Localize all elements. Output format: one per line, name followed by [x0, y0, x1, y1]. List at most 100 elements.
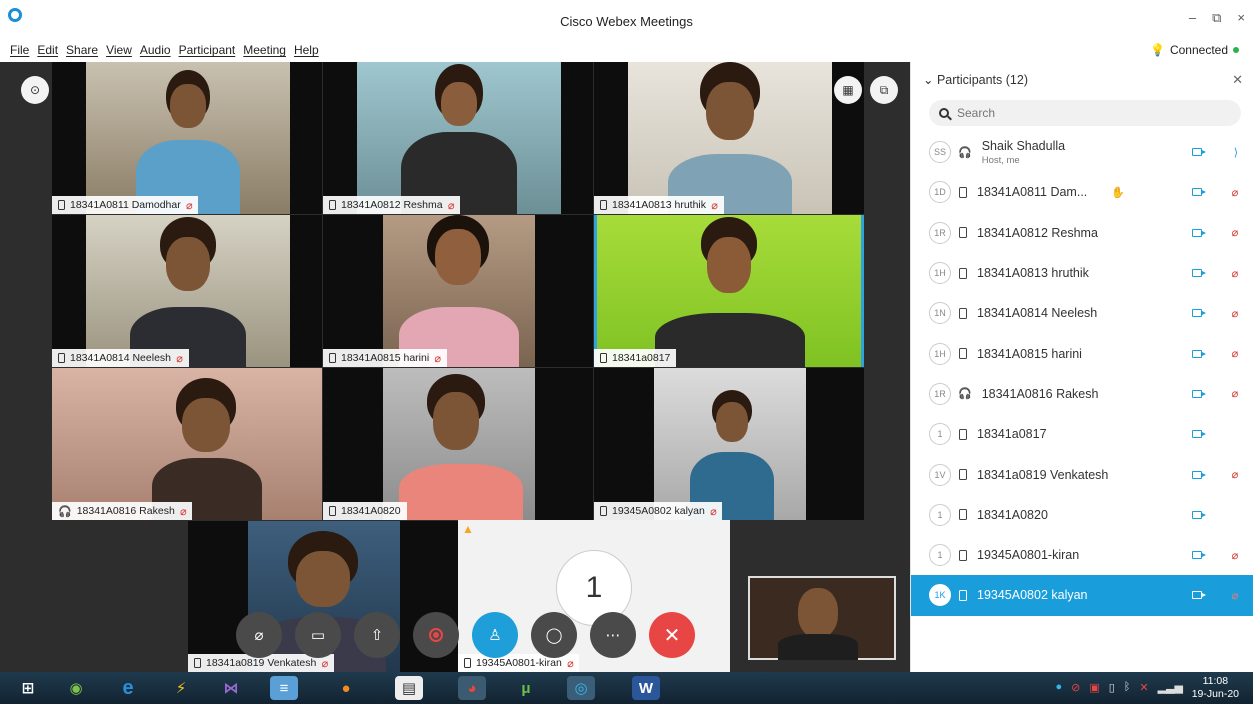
video-camera-icon[interactable]	[1192, 309, 1206, 318]
mic-muted-icon[interactable]: ⌀	[1231, 226, 1238, 239]
phone-icon	[959, 549, 967, 561]
menu-share[interactable]: Share	[66, 43, 98, 57]
taskbar-clock[interactable]: 11:08 19-Jun-20	[1192, 675, 1239, 701]
video-camera-icon[interactable]	[1192, 188, 1206, 197]
signal-tray-icon[interactable]: ▂▃▅	[1158, 681, 1183, 694]
participant-row[interactable]: 1R 18341A0812 Reshma ⌀	[911, 213, 1253, 253]
mic-muted-icon[interactable]: ⌀	[1231, 589, 1238, 602]
share-button[interactable]: ⇧	[354, 612, 400, 658]
utorrent-icon[interactable]: μ	[512, 676, 540, 700]
mic-muted-icon[interactable]: ⌀	[1231, 307, 1238, 320]
participants-header[interactable]: ⌄ Participants (12)	[923, 72, 1028, 87]
video-camera-icon[interactable]	[1192, 389, 1206, 398]
menu-file[interactable]: File	[10, 43, 29, 57]
video-camera-icon[interactable]	[1192, 349, 1206, 358]
video-tile[interactable]: 19345A0802 kalyan ⌀	[594, 368, 864, 520]
video-tile[interactable]: 18341A0812 Reshma ⌀	[323, 62, 593, 214]
internet-explorer-icon[interactable]: e	[114, 676, 142, 700]
menu-participant[interactable]: Participant	[179, 43, 236, 57]
participant-name: 18341A0814 Neelesh	[977, 306, 1098, 321]
participant-row[interactable]: SS 🎧 Shaik Shadulla Host, me ⟩	[911, 132, 1253, 172]
notepad-icon[interactable]: ≡	[270, 676, 298, 700]
participant-row[interactable]: 1R 🎧 18341A0816 Rakesh ⌀	[911, 374, 1253, 414]
popout-view-icon[interactable]: ⧉	[870, 76, 898, 104]
video-tile[interactable]: 18341A0811 Damodhar ⌀	[52, 62, 322, 214]
video-tile[interactable]: 18341A0813 hruthik ⌀	[594, 62, 864, 214]
restore-button[interactable]: ⧉	[1212, 10, 1221, 26]
grid-view-icon[interactable]: ▦	[834, 76, 862, 104]
connection-status[interactable]: 💡 Connected	[1150, 43, 1239, 57]
participants-button[interactable]: ♙	[472, 612, 518, 658]
avatar: 1V	[929, 463, 951, 486]
video-tile[interactable]: 18341A0814 Neelesh ⌀	[52, 215, 322, 367]
menu-edit[interactable]: Edit	[37, 43, 58, 57]
video-camera-icon[interactable]	[1192, 510, 1206, 519]
layout-toggle-button[interactable]: ⊙	[21, 76, 49, 104]
cancel-tray-icon[interactable]: ⊘	[1071, 681, 1080, 694]
mic-muted-icon: ⌀	[434, 352, 441, 365]
tablet-tray-icon[interactable]: ▯	[1109, 681, 1115, 694]
windows-start-icon[interactable]: ⊞	[14, 676, 42, 700]
participant-row[interactable]: 1H 18341A0813 hruthik ⌀	[911, 253, 1253, 293]
stop-video-button[interactable]: ▭	[295, 612, 341, 658]
webex-taskbar-icon[interactable]: ◎	[567, 676, 595, 700]
mic-muted-icon[interactable]: ⌀	[1231, 387, 1238, 400]
video-feed	[654, 368, 806, 520]
tile-name: 18341A0813 hruthik	[612, 199, 706, 211]
participant-row[interactable]: 1 18341A0820	[911, 495, 1253, 535]
network-off-tray-icon[interactable]: ✕	[1139, 681, 1148, 694]
minimize-button[interactable]: –	[1189, 10, 1196, 26]
video-tile[interactable]: 18341A0820	[323, 368, 593, 520]
menu-audio[interactable]: Audio	[140, 43, 171, 57]
network-globe-icon[interactable]: ◉	[62, 676, 90, 700]
calculator-icon[interactable]: ▤	[395, 676, 423, 700]
more-options-button[interactable]: ⋯	[590, 612, 636, 658]
video-camera-icon[interactable]	[1192, 551, 1206, 560]
mic-muted-icon[interactable]: ⌀	[1231, 267, 1238, 280]
record-icon	[429, 628, 443, 642]
acrobat-tray-icon[interactable]: ▣	[1089, 681, 1099, 694]
phone-icon	[464, 658, 471, 668]
participant-search[interactable]	[929, 100, 1241, 126]
participant-row[interactable]: 1N 18341A0814 Neelesh ⌀	[911, 293, 1253, 333]
word-icon[interactable]: W	[632, 676, 660, 700]
panel-close-icon[interactable]: ✕	[1232, 72, 1243, 88]
video-camera-icon[interactable]	[1192, 148, 1206, 157]
participant-row[interactable]: 1V 18341a0819 Venkatesh ⌀	[911, 454, 1253, 494]
search-input[interactable]	[957, 106, 1217, 120]
mute-mic-button[interactable]: ⌀	[236, 612, 282, 658]
menu-meeting[interactable]: Meeting	[243, 43, 286, 57]
mic-muted-icon[interactable]: ⌀	[1231, 468, 1238, 481]
firefox-icon[interactable]: ●	[332, 676, 360, 700]
mic-active-icon[interactable]: ⟩	[1234, 146, 1238, 159]
video-camera-icon[interactable]	[1192, 228, 1206, 237]
participant-row[interactable]: 1K 19345A0802 kalyan ⌀	[911, 575, 1253, 616]
video-tile[interactable]: 18341A0815 harini ⌀	[323, 215, 593, 367]
video-camera-icon[interactable]	[1192, 591, 1206, 600]
menu-help[interactable]: Help	[294, 43, 319, 57]
video-camera-icon[interactable]	[1192, 430, 1206, 439]
participant-row[interactable]: 1H 18341A0815 harini ⌀	[911, 333, 1253, 373]
visual-studio-icon[interactable]: ⋈	[217, 676, 245, 700]
mic-muted-icon[interactable]: ⌀	[1231, 347, 1238, 360]
mic-muted-icon[interactable]: ⌀	[1231, 186, 1238, 199]
menu-view[interactable]: View	[106, 43, 132, 57]
chat-button[interactable]: ◯	[531, 612, 577, 658]
video-tile[interactable]: 🎧 18341A0816 Rakesh ⌀	[52, 368, 322, 520]
participant-row[interactable]: 1 19345A0801-kiran ⌀	[911, 535, 1253, 575]
leave-meeting-button[interactable]: ✕	[649, 612, 695, 658]
participant-row[interactable]: 1D 18341A0811 Dam... ✋ ⌀	[911, 172, 1253, 212]
mic-muted-icon[interactable]: ⌀	[1231, 549, 1238, 562]
video-tile-active-speaker[interactable]: 18341a0817	[594, 215, 864, 367]
video-camera-icon[interactable]	[1192, 470, 1206, 479]
close-button[interactable]: ×	[1237, 10, 1245, 26]
webex-tray-icon[interactable]: ●	[1055, 681, 1062, 694]
chrome-icon[interactable]: ◕	[458, 676, 486, 700]
participant-row[interactable]: 1 18341a0817	[911, 414, 1253, 454]
record-button[interactable]	[413, 612, 459, 658]
video-camera-icon[interactable]	[1192, 269, 1206, 278]
winamp-icon[interactable]: ⚡	[167, 676, 195, 700]
bluetooth-tray-icon[interactable]: ᛒ	[1124, 681, 1131, 694]
self-view-video[interactable]	[748, 576, 896, 660]
self-view-body	[778, 634, 858, 660]
